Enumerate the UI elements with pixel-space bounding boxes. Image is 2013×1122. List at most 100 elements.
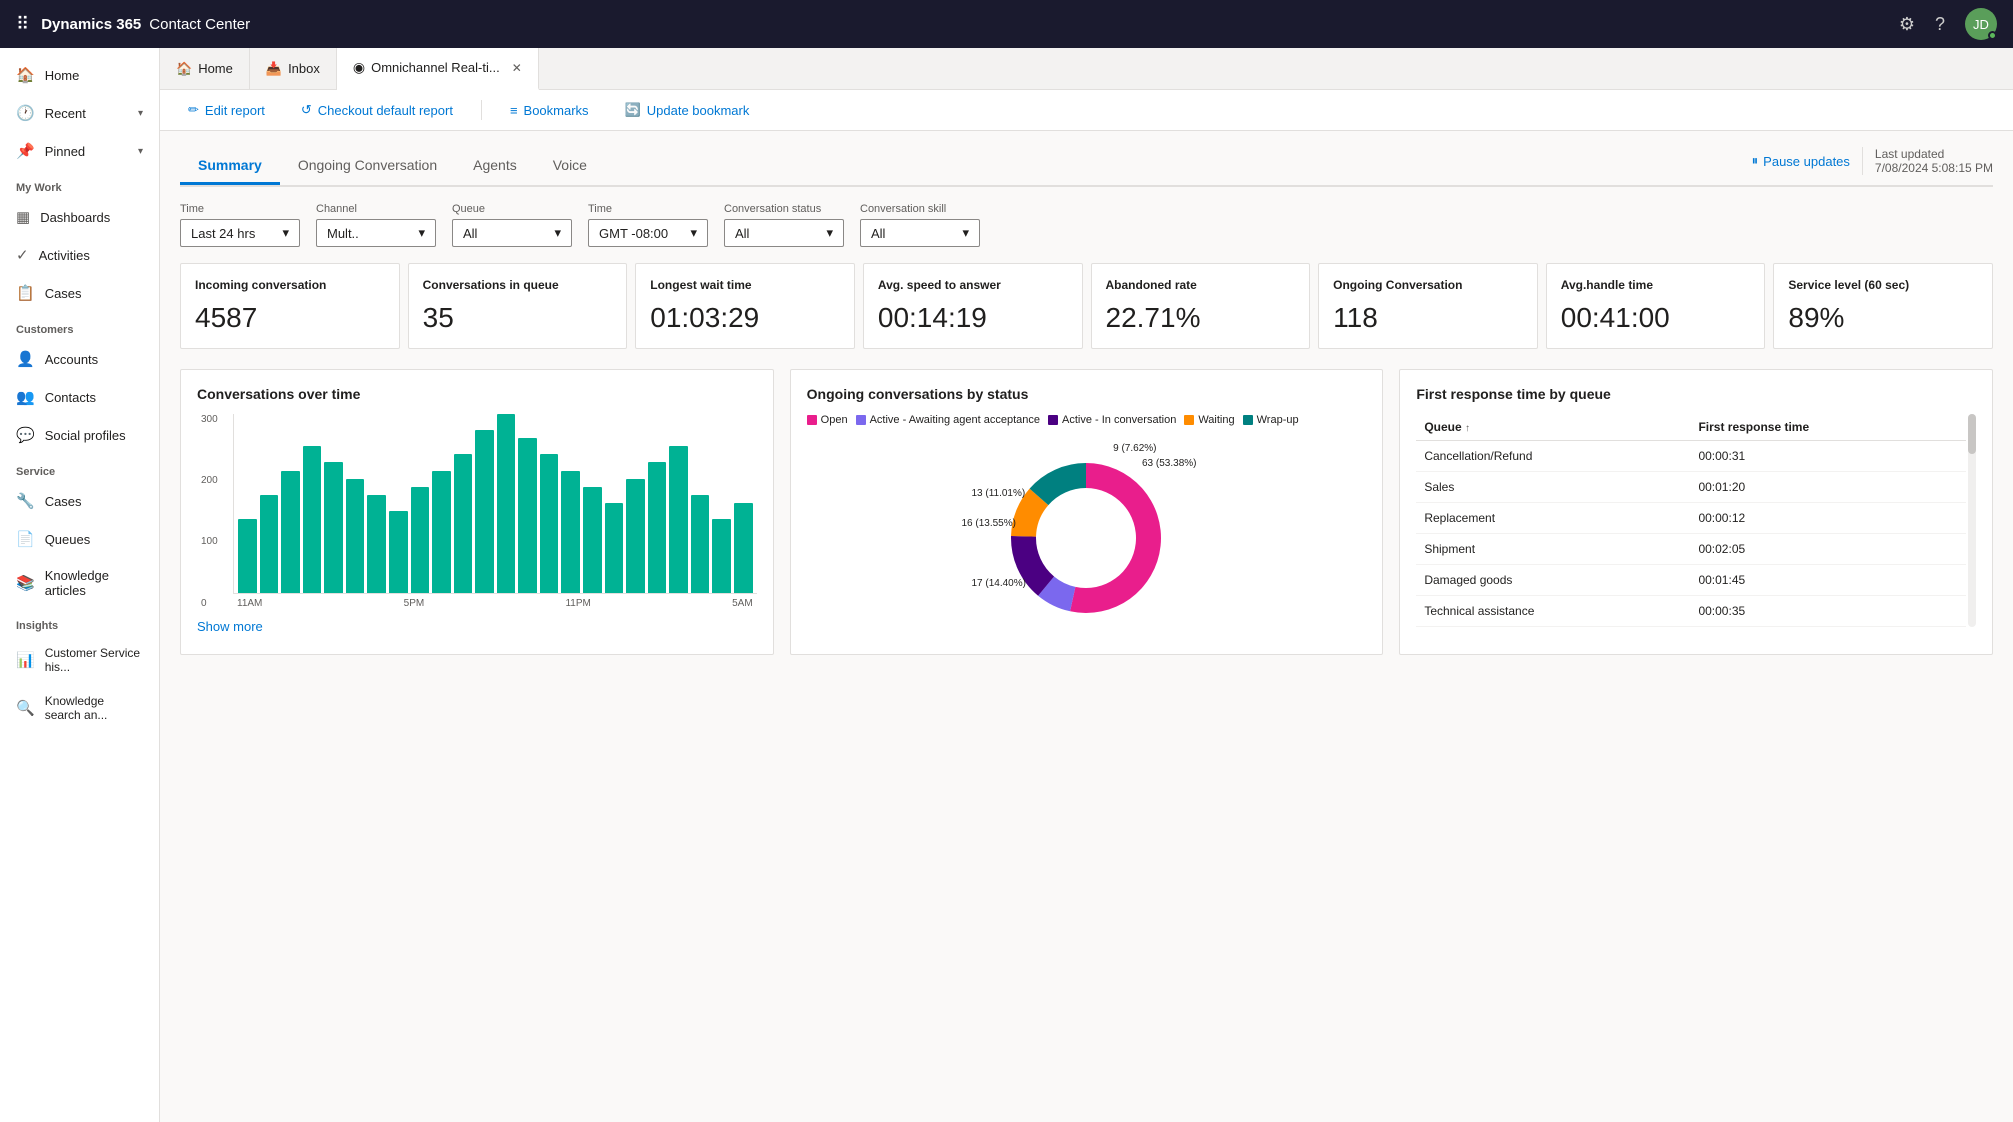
filter-channel-select[interactable]: Mult.. ▾ (316, 219, 436, 247)
ongoing-by-status-title: Ongoing conversations by status (807, 386, 1367, 402)
nav-summary[interactable]: Summary (180, 149, 280, 183)
time-cell: 00:00:35 (1690, 595, 1966, 626)
filter-conv-status-value: All (735, 226, 749, 241)
filter-queue-select[interactable]: All ▾ (452, 219, 572, 247)
filter-conv-skill-select[interactable]: All ▾ (860, 219, 980, 247)
sidebar-item-pinned[interactable]: 📌 Pinned ▾ (0, 132, 159, 170)
tab-bar: 🏠 Home 📥 Inbox ◉ Omnichannel Real-ti... … (160, 48, 2013, 90)
bar (303, 446, 322, 592)
update-bookmark-button[interactable]: 🔄 Update bookmark (617, 98, 758, 122)
scrollbar[interactable] (1968, 414, 1976, 627)
kpi-value-service-level: 89% (1788, 302, 1978, 334)
waffle-icon[interactable]: ⠿ (16, 14, 29, 35)
kpi-card-wait-time: Longest wait time 01:03:29 (635, 263, 855, 349)
tab-omnichannel[interactable]: ◉ Omnichannel Real-ti... ✕ (337, 48, 539, 90)
sidebar-label-knowledge: Knowledge articles (45, 568, 143, 598)
nav-agents[interactable]: Agents (455, 149, 535, 183)
table-wrapper[interactable]: Queue ↑ First response time Cancellation… (1416, 414, 1966, 627)
checkout-report-button[interactable]: ↺ Checkout default report (293, 98, 461, 122)
sidebar-item-dashboards[interactable]: ▦ Dashboards (0, 198, 159, 236)
tab-omnichannel-label: Omnichannel Real-ti... (371, 60, 500, 75)
sidebar-item-cs-history[interactable]: 📊 Customer Service his... (0, 636, 159, 684)
donut-label-in-conv: 17 (14.40%) (971, 578, 1025, 589)
settings-icon[interactable]: ⚙ (1899, 14, 1915, 35)
bar (346, 479, 365, 593)
service-cases-icon: 🔧 (16, 492, 35, 510)
tab-home[interactable]: 🏠 Home (160, 48, 250, 90)
sidebar-item-service-cases[interactable]: 🔧 Cases (0, 482, 159, 520)
pause-updates-label: Pause updates (1763, 154, 1850, 169)
tab-inbox[interactable]: 📥 Inbox (250, 48, 337, 90)
section-header-customers: Customers (0, 312, 159, 340)
donut-label-awaiting: 9 (7.62%) (1113, 443, 1156, 454)
content-area: 🏠 Home 📥 Inbox ◉ Omnichannel Real-ti... … (160, 48, 2013, 1122)
kpi-title-service-level: Service level (60 sec) (1788, 278, 1978, 294)
kpi-value-ongoing: 118 (1333, 302, 1523, 334)
filter-conv-skill-label: Conversation skill (860, 203, 980, 215)
nav-agents-label: Agents (473, 157, 517, 173)
bar (281, 471, 300, 593)
pause-updates-button[interactable]: ⏸ Pause updates (1752, 153, 1850, 169)
legend-item-open: Open (807, 414, 848, 426)
kpi-value-handle-time: 00:41:00 (1561, 302, 1751, 334)
filter-timezone-select[interactable]: GMT -08:00 ▾ (588, 219, 708, 247)
queue-cell: Technical assistance (1416, 595, 1690, 626)
page-content: Summary Ongoing Conversation Agents Voic… (160, 131, 2013, 1122)
sidebar-item-social[interactable]: 💬 Social profiles (0, 416, 159, 454)
filter-conv-skill: Conversation skill All ▾ (860, 203, 980, 247)
bookmarks-button[interactable]: ≡ Bookmarks (502, 99, 597, 122)
update-bookmark-label: Update bookmark (647, 103, 750, 118)
filter-conv-skill-chevron: ▾ (962, 225, 969, 241)
legend-dot-active-in-conv (1048, 415, 1058, 425)
sidebar-item-contacts[interactable]: 👥 Contacts (0, 378, 159, 416)
bar (389, 511, 408, 592)
sidebar-item-home[interactable]: 🏠 Home (0, 56, 159, 94)
bar (518, 438, 537, 593)
sidebar-label-home: Home (45, 68, 80, 83)
help-icon[interactable]: ? (1935, 14, 1945, 35)
filter-time-select[interactable]: Last 24 hrs ▾ (180, 219, 300, 247)
knowledge-icon: 📚 (16, 574, 35, 592)
kpi-card-service-level: Service level (60 sec) 89% (1773, 263, 1993, 349)
nav-voice[interactable]: Voice (535, 149, 605, 183)
avatar[interactable]: JD (1965, 8, 1997, 40)
queue-cell: Sales (1416, 471, 1690, 502)
bar (324, 462, 343, 592)
tab-home-icon: 🏠 (176, 61, 192, 77)
sidebar-item-queues[interactable]: 📄 Queues (0, 520, 159, 558)
sidebar-item-activities[interactable]: ✓ Activities (0, 236, 159, 274)
sort-icon[interactable]: ↑ (1465, 423, 1470, 434)
bar (367, 495, 386, 593)
bookmarks-label: Bookmarks (524, 103, 589, 118)
filter-time-label: Time (180, 203, 300, 215)
accounts-icon: 👤 (16, 350, 35, 368)
edit-report-button[interactable]: ✏ Edit report (180, 98, 273, 122)
bottom-section: Conversations over time 300 200 100 0 (180, 369, 1993, 655)
table-row: Replacement00:00:12 (1416, 502, 1966, 533)
section-header-service: Service (0, 454, 159, 482)
tab-close-button[interactable]: ✕ (512, 61, 522, 75)
sidebar-item-cases[interactable]: 📋 Cases (0, 274, 159, 312)
time-cell: 00:01:45 (1690, 564, 1966, 595)
section-header-insights: Insights (0, 608, 159, 636)
first-response-title: First response time by queue (1416, 386, 1976, 402)
nav-ongoing[interactable]: Ongoing Conversation (280, 149, 455, 183)
filter-conv-status-select[interactable]: All ▾ (724, 219, 844, 247)
bar (712, 519, 731, 592)
kpi-title-ongoing: Ongoing Conversation (1333, 278, 1523, 294)
show-more-button[interactable]: Show more (197, 619, 263, 634)
filter-queue-chevron: ▾ (554, 225, 561, 241)
bar (691, 495, 710, 593)
bar (260, 495, 279, 593)
sidebar-item-recent[interactable]: 🕐 Recent ▾ (0, 94, 159, 132)
sidebar-label-queues: Queues (45, 532, 91, 547)
filter-channel-chevron: ▾ (418, 225, 425, 241)
sidebar-item-accounts[interactable]: 👤 Accounts (0, 340, 159, 378)
sidebar-item-knowledge-search[interactable]: 🔍 Knowledge search an... (0, 684, 159, 732)
donut-label-open: 63 (53.38%) (1142, 458, 1196, 469)
activities-icon: ✓ (16, 246, 29, 264)
kpi-value-abandoned: 22.71% (1106, 302, 1296, 334)
legend-item-active-in-conv: Active - In conversation (1048, 414, 1176, 426)
sidebar-item-knowledge[interactable]: 📚 Knowledge articles (0, 558, 159, 608)
table-row: Cancellation/Refund00:00:31 (1416, 440, 1966, 471)
